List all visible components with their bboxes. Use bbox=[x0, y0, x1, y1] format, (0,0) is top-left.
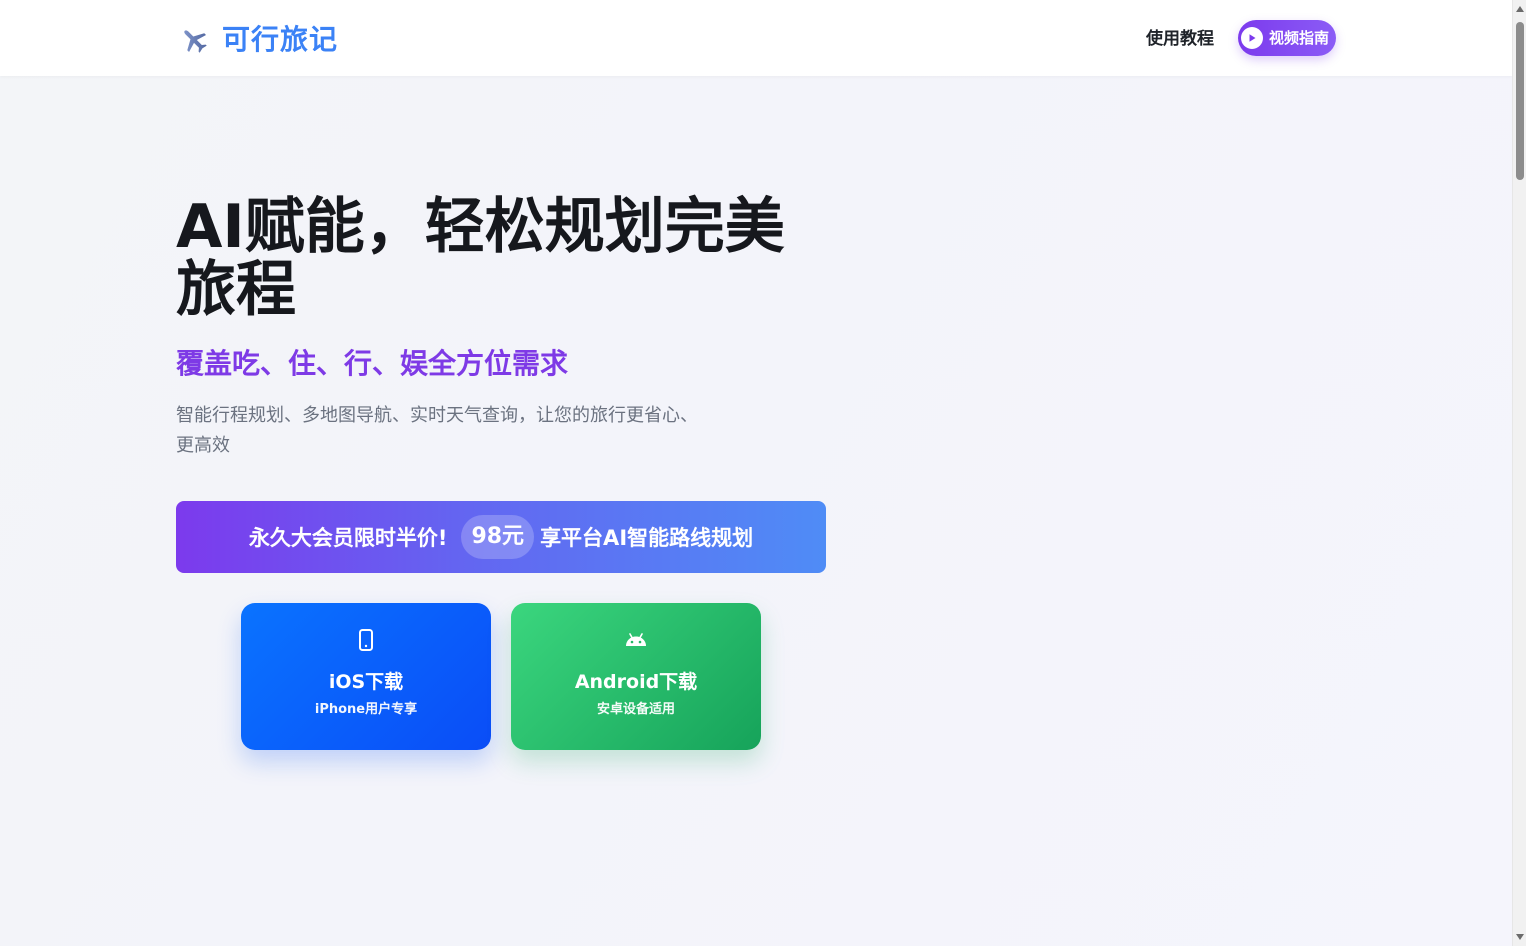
android-download-button[interactable]: Android下载 安卓设备适用 bbox=[511, 603, 761, 750]
membership-promo-banner[interactable]: 永久大会员限时半价! 98元 享平台AI智能路线规划 bbox=[176, 501, 826, 573]
scrollbar-thumb[interactable] bbox=[1516, 22, 1524, 180]
scroll-down-arrow-icon[interactable] bbox=[1516, 934, 1524, 940]
ios-download-title: iOS下载 bbox=[328, 671, 404, 693]
promo-price-badge: 98元 bbox=[461, 515, 535, 559]
nav-tutorial-link[interactable]: 使用教程 bbox=[1146, 27, 1214, 51]
airplane-icon bbox=[184, 30, 207, 53]
page-viewport: 可行旅记 使用教程 视频指南 AI赋能，轻松规划完美旅程 覆盖吃、住、行、娱全方… bbox=[0, 0, 1512, 946]
promo-benefit-text: 享平台AI智能路线规划 bbox=[540, 526, 754, 550]
ios-download-button[interactable]: iOS下载 iPhone用户专享 bbox=[241, 603, 491, 750]
video-guide-label: 视频指南 bbox=[1269, 29, 1330, 47]
ios-download-note: iPhone用户专享 bbox=[314, 702, 418, 717]
android-icon bbox=[624, 628, 648, 652]
scroll-up-arrow-icon[interactable] bbox=[1516, 6, 1524, 12]
brand-name: 可行旅记 bbox=[222, 23, 339, 56]
android-download-title: Android下载 bbox=[574, 671, 698, 693]
video-guide-button[interactable]: 视频指南 bbox=[1238, 20, 1336, 56]
mobile-phone-icon bbox=[354, 628, 378, 652]
hero-subtitle: 覆盖吃、住、行、娱全方位需求 bbox=[176, 347, 569, 380]
brand-logo[interactable]: 可行旅记 bbox=[178, 20, 338, 60]
play-icon bbox=[1241, 27, 1263, 49]
promo-text: 永久大会员限时半价! bbox=[248, 526, 448, 550]
hero-description: 智能行程规划、多地图导航、实时天气查询，让您的旅行更省心、更高效 bbox=[176, 405, 698, 456]
hero-title: AI赋能，轻松规划完美旅程 bbox=[176, 192, 785, 325]
vertical-scrollbar[interactable] bbox=[1512, 0, 1526, 946]
android-download-note: 安卓设备适用 bbox=[596, 702, 675, 717]
top-navbar: 可行旅记 使用教程 视频指南 bbox=[0, 0, 1512, 76]
